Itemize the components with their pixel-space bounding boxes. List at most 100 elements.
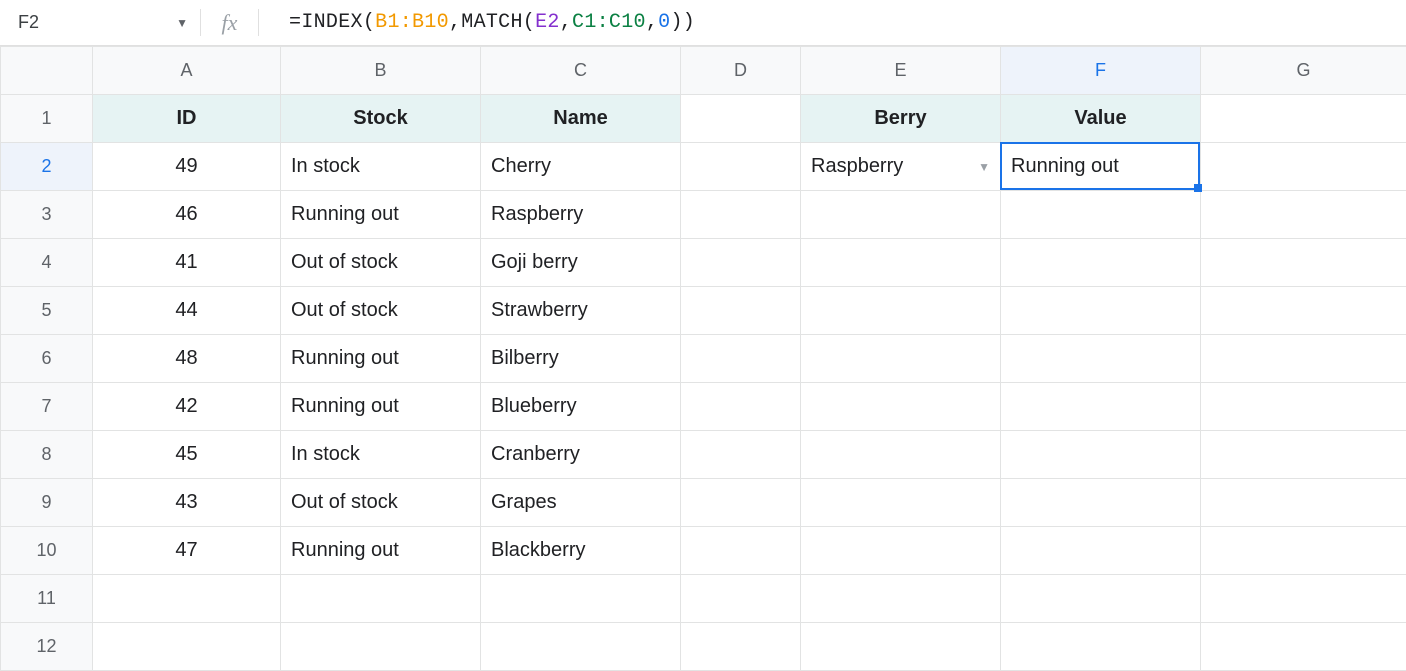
row-header-3[interactable]: 3	[1, 191, 93, 239]
col-header-C[interactable]: C	[481, 47, 681, 95]
cell-D12[interactable]	[681, 623, 801, 671]
cell-G10[interactable]	[1201, 527, 1406, 575]
dropdown-icon[interactable]: ▼	[978, 160, 990, 174]
cell-F4[interactable]	[1001, 239, 1201, 287]
cell-C8[interactable]: Cranberry	[481, 431, 681, 479]
formula-input[interactable]: =INDEX(B1:B10,MATCH(E2,C1:C10,0))	[258, 9, 1406, 36]
cell-B7[interactable]: Running out	[281, 383, 481, 431]
cell-G1[interactable]	[1201, 95, 1406, 143]
cell-A12[interactable]	[93, 623, 281, 671]
cell-E12[interactable]	[801, 623, 1001, 671]
cell-E8[interactable]	[801, 431, 1001, 479]
cell-D2[interactable]	[681, 143, 801, 191]
cell-C5[interactable]: Strawberry	[481, 287, 681, 335]
cell-G3[interactable]	[1201, 191, 1406, 239]
cell-A4[interactable]: 41	[93, 239, 281, 287]
cell-D6[interactable]	[681, 335, 801, 383]
cell-G6[interactable]	[1201, 335, 1406, 383]
cell-D3[interactable]	[681, 191, 801, 239]
cell-G11[interactable]	[1201, 575, 1406, 623]
cell-C9[interactable]: Grapes	[481, 479, 681, 527]
cell-E11[interactable]	[801, 575, 1001, 623]
cell-D4[interactable]	[681, 239, 801, 287]
cell-C10[interactable]: Blackberry	[481, 527, 681, 575]
cell-A11[interactable]	[93, 575, 281, 623]
cell-D8[interactable]	[681, 431, 801, 479]
cell-C11[interactable]	[481, 575, 681, 623]
cell-C7[interactable]: Blueberry	[481, 383, 681, 431]
cell-B2[interactable]: In stock	[281, 143, 481, 191]
row-header-12[interactable]: 12	[1, 623, 93, 671]
cell-F2[interactable]: Running out	[1001, 143, 1201, 191]
cell-E10[interactable]	[801, 527, 1001, 575]
row-header-2[interactable]: 2	[1, 143, 93, 191]
col-header-G[interactable]: G	[1201, 47, 1406, 95]
cell-A7[interactable]: 42	[93, 383, 281, 431]
cell-D7[interactable]	[681, 383, 801, 431]
cell-A1[interactable]: ID	[93, 95, 281, 143]
col-header-D[interactable]: D	[681, 47, 801, 95]
cell-G8[interactable]	[1201, 431, 1406, 479]
cell-B8[interactable]: In stock	[281, 431, 481, 479]
col-header-B[interactable]: B	[281, 47, 481, 95]
cell-E1[interactable]: Berry	[801, 95, 1001, 143]
cell-C6[interactable]: Bilberry	[481, 335, 681, 383]
cell-A5[interactable]: 44	[93, 287, 281, 335]
cell-C4[interactable]: Goji berry	[481, 239, 681, 287]
cell-E9[interactable]	[801, 479, 1001, 527]
cell-E7[interactable]	[801, 383, 1001, 431]
cell-E6[interactable]	[801, 335, 1001, 383]
cell-B11[interactable]	[281, 575, 481, 623]
cell-A3[interactable]: 46	[93, 191, 281, 239]
cell-E2[interactable]: Raspberry ▼	[801, 143, 1001, 191]
row-header-11[interactable]: 11	[1, 575, 93, 623]
cell-D10[interactable]	[681, 527, 801, 575]
cell-G5[interactable]	[1201, 287, 1406, 335]
cell-F3[interactable]	[1001, 191, 1201, 239]
cell-D5[interactable]	[681, 287, 801, 335]
cell-F8[interactable]	[1001, 431, 1201, 479]
cell-A2[interactable]: 49	[93, 143, 281, 191]
cell-B6[interactable]: Running out	[281, 335, 481, 383]
cell-F11[interactable]	[1001, 575, 1201, 623]
cell-A8[interactable]: 45	[93, 431, 281, 479]
cell-B3[interactable]: Running out	[281, 191, 481, 239]
row-header-9[interactable]: 9	[1, 479, 93, 527]
cell-E5[interactable]	[801, 287, 1001, 335]
cell-E3[interactable]	[801, 191, 1001, 239]
cell-C1[interactable]: Name	[481, 95, 681, 143]
cell-B12[interactable]	[281, 623, 481, 671]
col-header-A[interactable]: A	[93, 47, 281, 95]
row-header-10[interactable]: 10	[1, 527, 93, 575]
row-header-6[interactable]: 6	[1, 335, 93, 383]
row-header-4[interactable]: 4	[1, 239, 93, 287]
cell-F7[interactable]	[1001, 383, 1201, 431]
row-header-8[interactable]: 8	[1, 431, 93, 479]
row-header-7[interactable]: 7	[1, 383, 93, 431]
cell-G12[interactable]	[1201, 623, 1406, 671]
cell-A9[interactable]: 43	[93, 479, 281, 527]
cell-B9[interactable]: Out of stock	[281, 479, 481, 527]
cell-A10[interactable]: 47	[93, 527, 281, 575]
col-header-F[interactable]: F	[1001, 47, 1201, 95]
cell-C2[interactable]: Cherry	[481, 143, 681, 191]
cell-C3[interactable]: Raspberry	[481, 191, 681, 239]
cell-F1[interactable]: Value	[1001, 95, 1201, 143]
cell-F5[interactable]	[1001, 287, 1201, 335]
spreadsheet-grid[interactable]: A B C D E F G 1 ID Stock Name Berry Valu…	[0, 46, 1406, 671]
cell-F9[interactable]	[1001, 479, 1201, 527]
row-header-5[interactable]: 5	[1, 287, 93, 335]
cell-E4[interactable]	[801, 239, 1001, 287]
name-box[interactable]: F2 ▼	[0, 0, 200, 45]
cell-F10[interactable]	[1001, 527, 1201, 575]
cell-B10[interactable]: Running out	[281, 527, 481, 575]
cell-G4[interactable]	[1201, 239, 1406, 287]
cell-B1[interactable]: Stock	[281, 95, 481, 143]
cell-D1[interactable]	[681, 95, 801, 143]
select-all-corner[interactable]	[1, 47, 93, 95]
cell-F12[interactable]	[1001, 623, 1201, 671]
cell-G2[interactable]	[1201, 143, 1406, 191]
cell-D9[interactable]	[681, 479, 801, 527]
cell-G7[interactable]	[1201, 383, 1406, 431]
cell-B5[interactable]: Out of stock	[281, 287, 481, 335]
